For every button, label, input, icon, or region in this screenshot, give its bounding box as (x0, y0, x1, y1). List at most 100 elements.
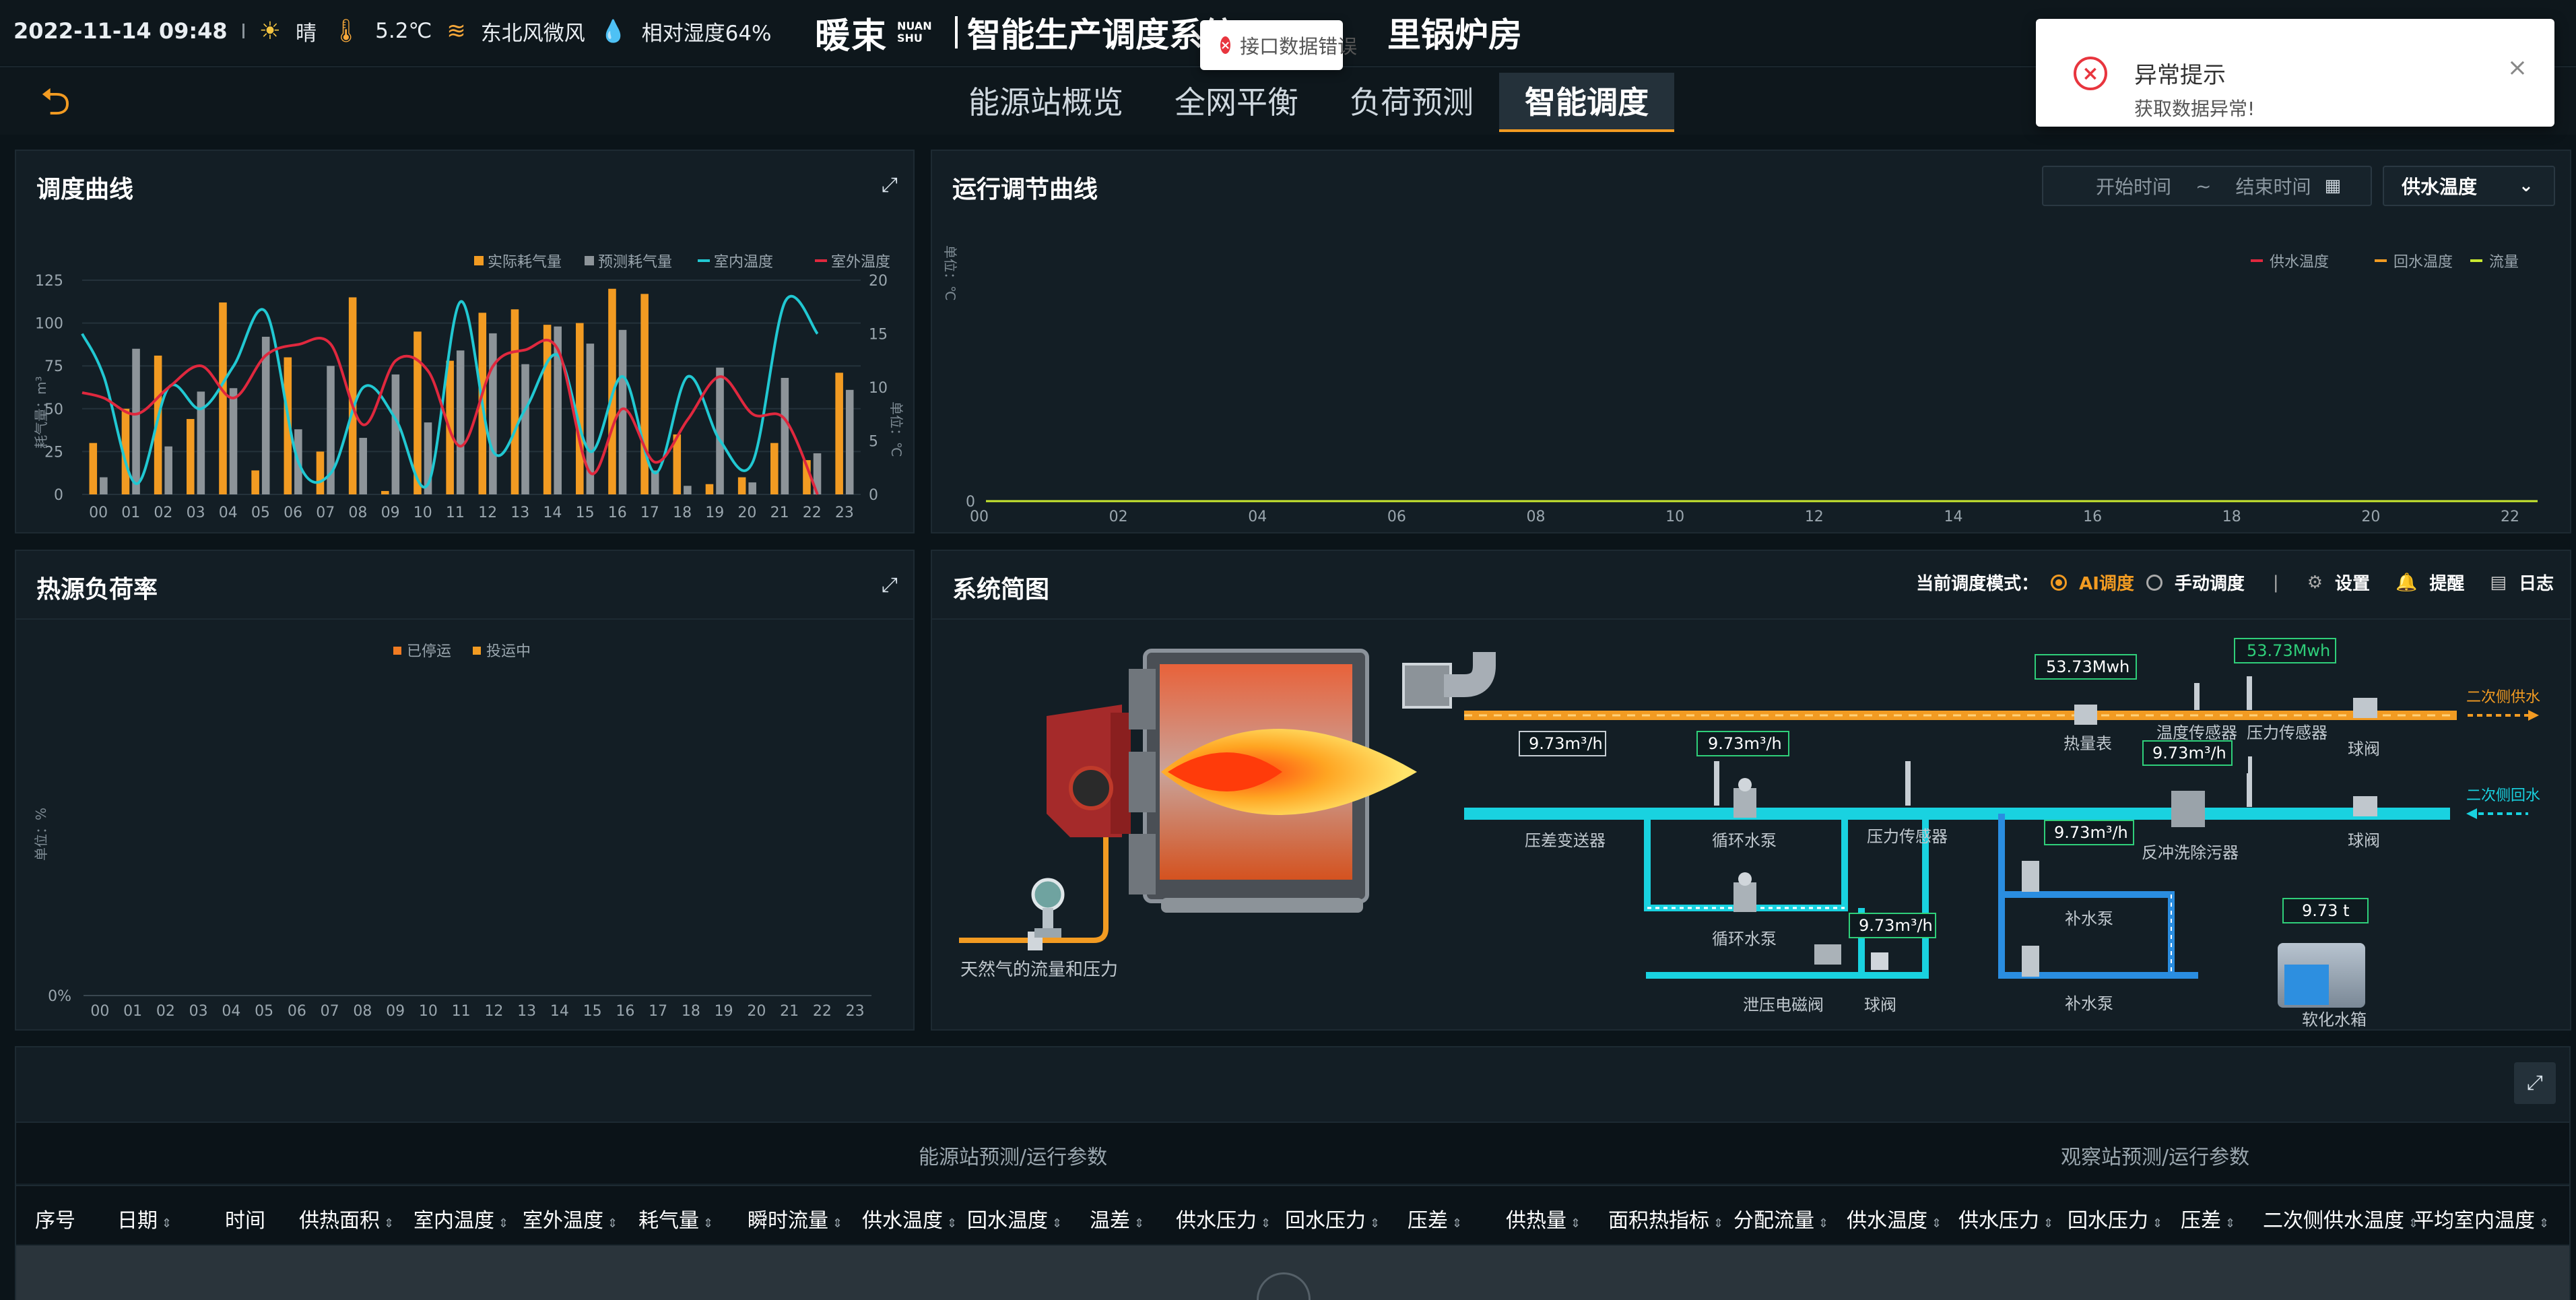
humidity-text: 相对湿度64% (641, 21, 772, 46)
sort-icon[interactable]: ⇕ (2043, 1216, 2053, 1231)
error-toast: × 接口数据错误 (1200, 20, 1357, 70)
x-tick-label: 03 (189, 1003, 208, 1020)
y-axis-label: 单位：℃ (942, 245, 958, 300)
legend-label: 投运中 (486, 643, 531, 660)
column-header[interactable]: 供水压力 ⇕ (1958, 1204, 2053, 1233)
x-tick-label: 12 (1805, 509, 1824, 525)
x-tick-label: 16 (608, 505, 627, 521)
sort-icon[interactable]: ⇕ (162, 1216, 172, 1231)
sort-icon[interactable]: ⇕ (1931, 1216, 1942, 1231)
column-header[interactable]: 瞬时流量 ⇕ (748, 1204, 843, 1233)
sort-icon[interactable]: ⇕ (1818, 1216, 1828, 1231)
back-icon[interactable]: ⮌ (40, 84, 85, 121)
expand-icon[interactable]: ⤢ (2514, 1062, 2556, 1104)
y2-tick-label: 5 (869, 434, 878, 451)
notification-title: 异常提示 (2134, 62, 2226, 89)
pressure-sensor-icon (2247, 773, 2252, 807)
burner-icon (1047, 705, 1131, 837)
sort-icon[interactable]: ⇕ (2539, 1216, 2549, 1231)
column-header[interactable]: 分配流量 ⇕ (1733, 1204, 1828, 1233)
sort-icon[interactable]: ⇕ (498, 1216, 508, 1231)
column-header[interactable]: 回水温度 ⇕ (967, 1204, 1062, 1233)
heat-value-1: 53.73Mwh (2046, 657, 2129, 676)
column-header[interactable]: 供热面积 ⇕ (299, 1204, 394, 1233)
tab-energy-overview[interactable]: 能源站概览 (943, 73, 1149, 132)
column-header[interactable]: 温差 ⇕ (1090, 1204, 1144, 1233)
sort-icon[interactable]: ⇕ (1261, 1216, 1271, 1231)
column-header[interactable]: 供热量 ⇕ (1506, 1204, 1581, 1233)
x-tick-label: 22 (803, 505, 822, 521)
bar-predicted (489, 333, 497, 494)
column-header[interactable]: 回水压力 ⇕ (1285, 1204, 1380, 1233)
column-header[interactable]: 二次侧供水温度 ⇕ (2263, 1204, 2418, 1233)
data-table-panel: ⤢ 能源站预测/运行参数 观察站预测/运行参数 序号 日期 ⇕ 时间 供热面积 ⇕ 室内温度… (15, 1046, 2571, 1300)
column-header[interactable]: 供水温度 ⇕ (1847, 1204, 1942, 1233)
x-tick-label: 22 (813, 1003, 832, 1020)
brand-divider (955, 16, 958, 48)
sort-icon[interactable]: ⇕ (2152, 1216, 2162, 1231)
sort-icon[interactable]: ⇕ (384, 1216, 394, 1231)
column-header[interactable]: 压差 ⇕ (1408, 1204, 1462, 1233)
legend-label: 室外温度 (831, 254, 890, 271)
column-header[interactable]: 供水温度 ⇕ (862, 1204, 957, 1233)
x-tick-label: 09 (381, 505, 400, 521)
column-header[interactable]: 压差 ⇕ (2181, 1204, 2235, 1233)
sort-icon[interactable]: ⇕ (607, 1216, 618, 1231)
sort-icon[interactable]: ⇕ (703, 1216, 713, 1231)
tab-smart-dispatch[interactable]: 智能调度 (1499, 73, 1674, 132)
bar-predicted (100, 477, 108, 494)
x-tick-label: 10 (414, 505, 432, 521)
column-header[interactable]: 耗气量 ⇕ (638, 1204, 713, 1233)
x-tick-label: 02 (154, 505, 172, 521)
legend-label: 供水温度 (2270, 254, 2329, 271)
sort-icon[interactable]: ⇕ (1370, 1216, 1380, 1231)
table-empty-body (16, 1245, 2569, 1300)
brand-logo: 暖束 (815, 15, 888, 57)
x-tick-label: 00 (89, 505, 108, 521)
column-header[interactable]: 日期 ⇕ (117, 1204, 172, 1233)
sort-icon[interactable]: ⇕ (2225, 1216, 2235, 1231)
flow-value-3: 9.73m³/h (2152, 744, 2226, 762)
bar-predicted (781, 378, 789, 494)
bar-actual (737, 477, 746, 494)
humidity-icon: 💧 (599, 18, 627, 44)
legend-label: 已停运 (407, 643, 451, 660)
column-header[interactable]: 室外温度 ⇕ (523, 1204, 618, 1233)
sort-icon[interactable]: ⇕ (1134, 1216, 1144, 1231)
sort-icon[interactable]: ⇕ (947, 1216, 957, 1231)
column-header[interactable]: 回水压力 ⇕ (2068, 1204, 2162, 1233)
secondary-return-label: 二次侧回水 (2466, 787, 2540, 804)
sort-icon[interactable]: ⇕ (1713, 1216, 1723, 1231)
notification-message: 获取数据异常! (2134, 98, 2255, 120)
y-tick-label: 125 (35, 273, 63, 290)
column-header[interactable]: 室内温度 ⇕ (414, 1204, 508, 1233)
close-icon[interactable]: × (2507, 54, 2528, 82)
legend-label: 流量 (2489, 254, 2519, 271)
x-tick-label: 01 (123, 1003, 142, 1020)
x-tick-label: 02 (156, 1003, 175, 1020)
column-header[interactable]: 面积热指标 ⇕ (1608, 1204, 1723, 1233)
column-header[interactable]: 供水压力 ⇕ (1176, 1204, 1271, 1233)
bar-predicted (684, 486, 692, 494)
tab-load-forecast[interactable]: 负荷预测 (1324, 73, 1499, 132)
temperature-text: 5.2℃ (375, 19, 432, 43)
relief-valve-label: 泄压电磁阀 (1743, 996, 1824, 1014)
x-tick-label: 23 (835, 505, 854, 521)
sort-icon[interactable]: ⇕ (1571, 1216, 1581, 1231)
sort-icon[interactable]: ⇕ (832, 1216, 843, 1231)
sort-icon[interactable]: ⇕ (1452, 1216, 1462, 1231)
x-tick-label: 20 (2361, 509, 2380, 525)
x-tick-label: 07 (321, 1003, 339, 1020)
boiler-icon (1129, 649, 1496, 913)
brand: 暖束 NUAN SHU 智能生产调度系统 (815, 9, 1236, 57)
tab-network-balance[interactable]: 全网平衡 (1149, 73, 1324, 132)
x-tick-label: 05 (255, 1003, 273, 1020)
sort-icon[interactable]: ⇕ (1052, 1216, 1062, 1231)
bar-predicted (132, 348, 140, 494)
load-rate-chart: 已停运 投运中单位：% 0% 00 01 02 03 04 05 06 07 08 09 10 11 12 13… (33, 643, 871, 1020)
x-tick-label: 06 (1387, 509, 1406, 525)
legend-label: 实际耗气量 (488, 254, 562, 271)
site-name: 里锅炉房 (1387, 15, 1522, 55)
column-header[interactable]: 平均室内温度 ⇕ (2414, 1204, 2549, 1233)
y2-tick-label: 0 (869, 487, 878, 504)
